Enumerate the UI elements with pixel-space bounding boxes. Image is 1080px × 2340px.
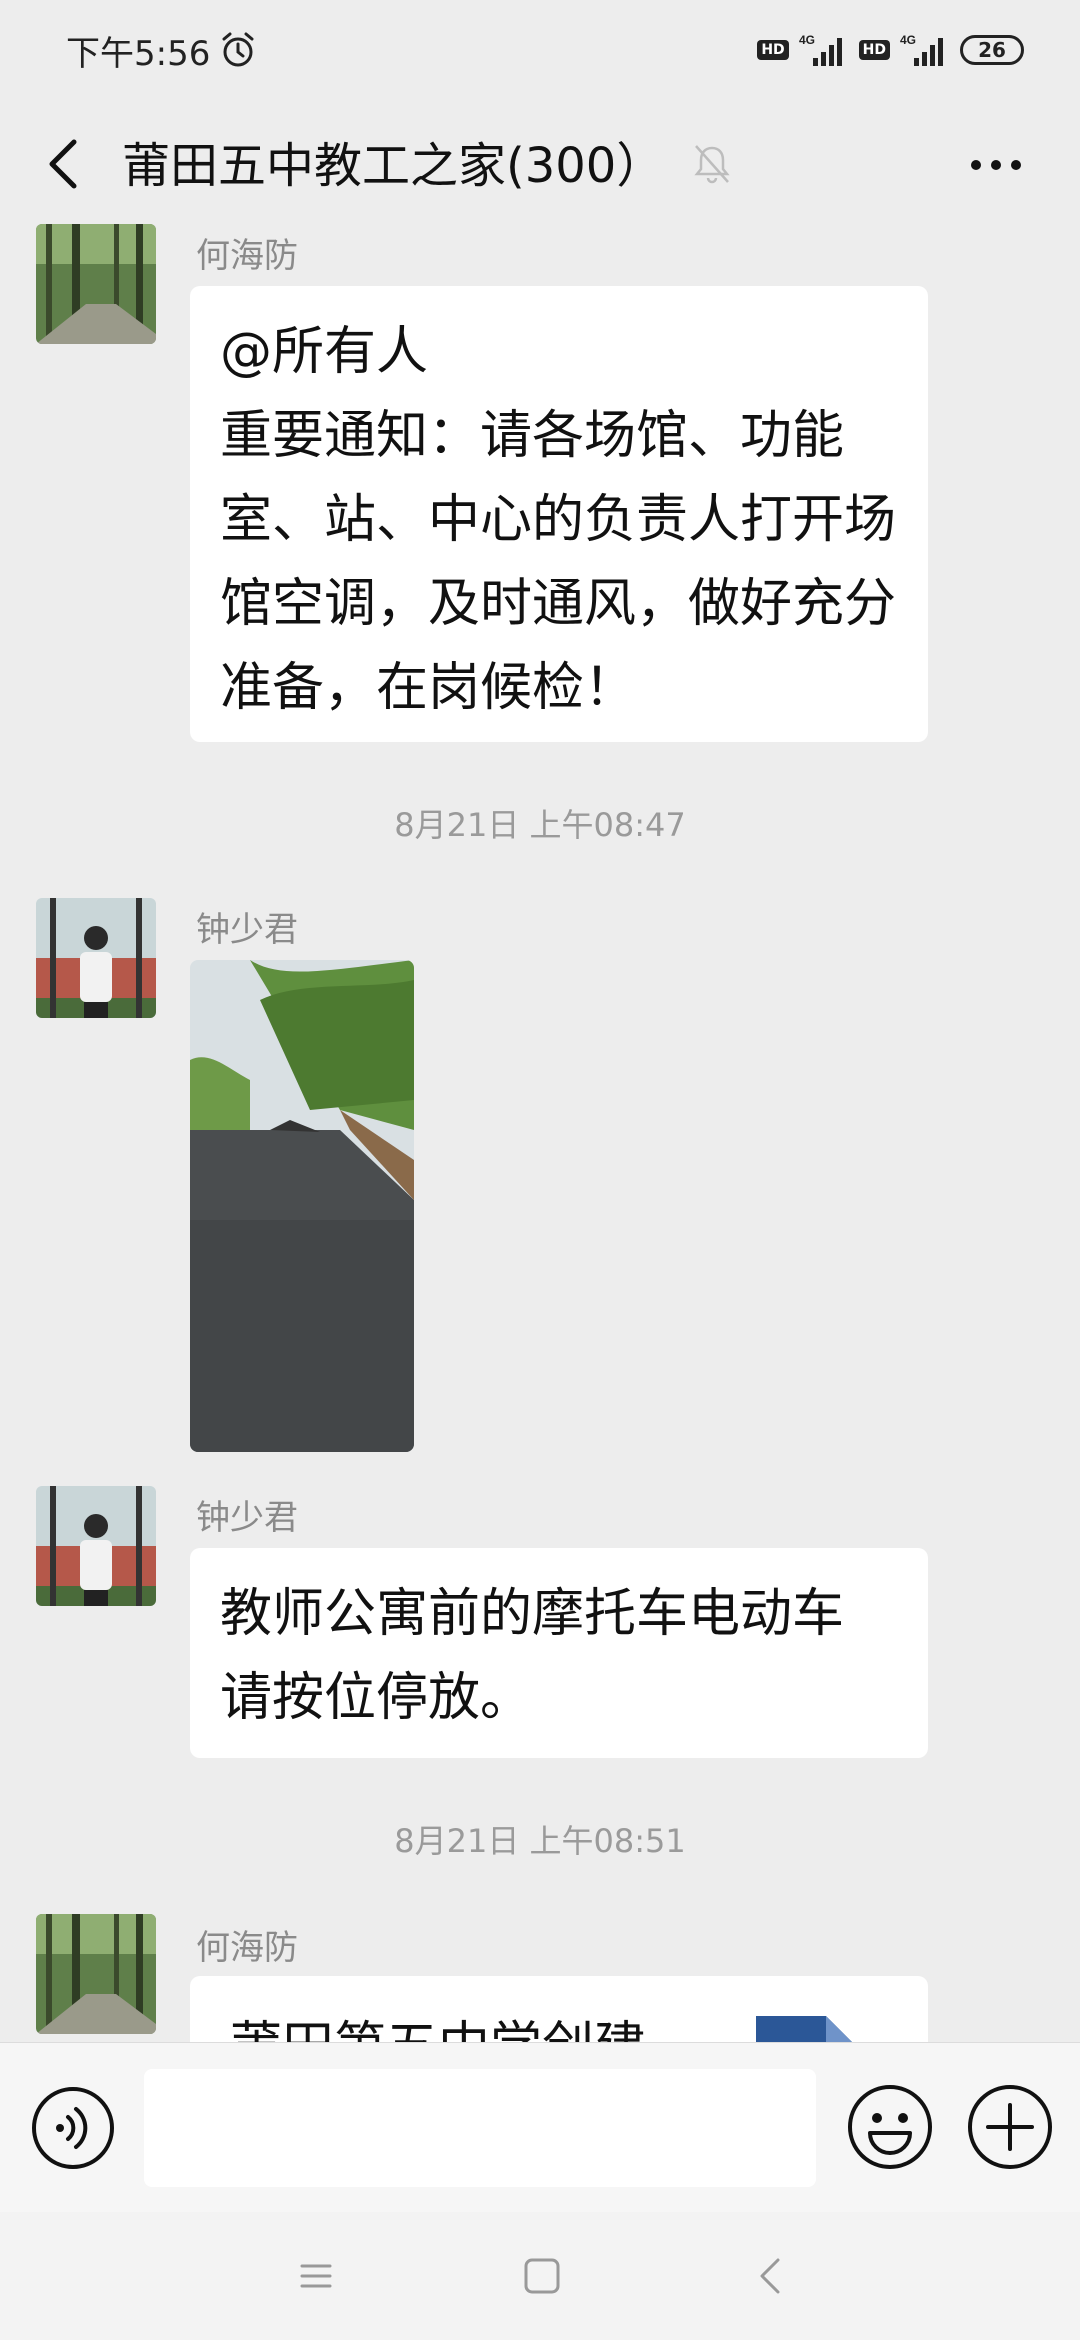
recent-apps-icon[interactable] [296, 2256, 336, 2296]
image-message[interactable] [190, 960, 414, 1452]
sender-name: 何海防 [196, 236, 298, 276]
avatar[interactable] [36, 1914, 156, 2034]
avatar-forest-image [36, 224, 156, 344]
chat-title: 莆田五中教工之家(300） [122, 138, 665, 194]
message-line: 重要通知：请各场馆、功能 [220, 406, 845, 466]
status-indicators: HD 4G HD 4G 26 [757, 30, 1024, 70]
message-line: 请按位停放。 [220, 1668, 533, 1728]
avatar-person-image [36, 898, 156, 1018]
system-back-icon[interactable] [750, 2252, 790, 2300]
road-photo [190, 960, 414, 1452]
back-arrow-icon[interactable] [36, 128, 96, 200]
sender-name: 钟少君 [196, 1498, 298, 1538]
avatar[interactable] [36, 898, 156, 1018]
file-title: 莆田第五中学创建 [230, 2004, 646, 2042]
message-line: 教师公寓前的摩托车电动车 [220, 1584, 845, 1644]
mute-bell-icon [694, 145, 730, 184]
signal-icon: 4G [799, 33, 842, 66]
status-time: 下午5:56 [66, 34, 211, 74]
signal-icon: 4G [900, 33, 943, 66]
battery-icon: 26 [960, 35, 1024, 65]
message-bubble[interactable]: 教师公寓前的摩托车电动车 请按位停放。 [190, 1548, 928, 1758]
add-attachment-icon[interactable] [966, 2083, 1054, 2171]
avatar-forest-image [36, 1914, 156, 2034]
avatar[interactable] [36, 1486, 156, 1606]
chat-header: 莆田五中教工之家(300） [0, 100, 1080, 228]
emoji-icon[interactable] [846, 2083, 934, 2171]
message-line: 准备，在岗候检！ [220, 658, 637, 718]
sender-name: 钟少君 [196, 910, 298, 950]
system-navigation-bar [0, 2212, 1080, 2340]
hd-badge: HD [757, 40, 789, 60]
sender-name: 何海防 [196, 1928, 298, 1968]
more-options-icon[interactable] [964, 138, 1028, 192]
network-type-label: 4G [799, 33, 815, 47]
input-bar [0, 2042, 1080, 2213]
message-line: 室、站、中心的负责人打开场 [220, 490, 897, 550]
avatar-person-image [36, 1486, 156, 1606]
network-type-label: 4G [900, 33, 916, 47]
message-line: 馆空调，及时通风，做好充分 [220, 574, 897, 634]
message-line: @所有人 [220, 322, 429, 382]
alarm-clock-icon [222, 32, 254, 67]
status-bar: 下午5:56 HD 4G HD 4G 26 [0, 0, 1080, 100]
message-input[interactable] [144, 2069, 816, 2187]
timestamp: 8月21日 上午08:47 [394, 806, 686, 844]
voice-input-icon[interactable] [30, 2085, 116, 2171]
file-message-card[interactable]: 莆田第五中学创建 [190, 1976, 928, 2042]
message-bubble[interactable]: @所有人 重要通知：请各场馆、功能 室、站、中心的负责人打开场 馆空调，及时通风… [190, 286, 928, 742]
hd-badge: HD [858, 40, 890, 60]
home-icon[interactable] [520, 2254, 564, 2298]
timestamp: 8月21日 上午08:51 [394, 1822, 686, 1860]
avatar[interactable] [36, 224, 156, 344]
document-file-icon [756, 2016, 852, 2042]
message-list[interactable]: 何海防 @所有人 重要通知：请各场馆、功能 室、站、中心的负责人打开场 馆空调，… [0, 222, 1080, 2042]
